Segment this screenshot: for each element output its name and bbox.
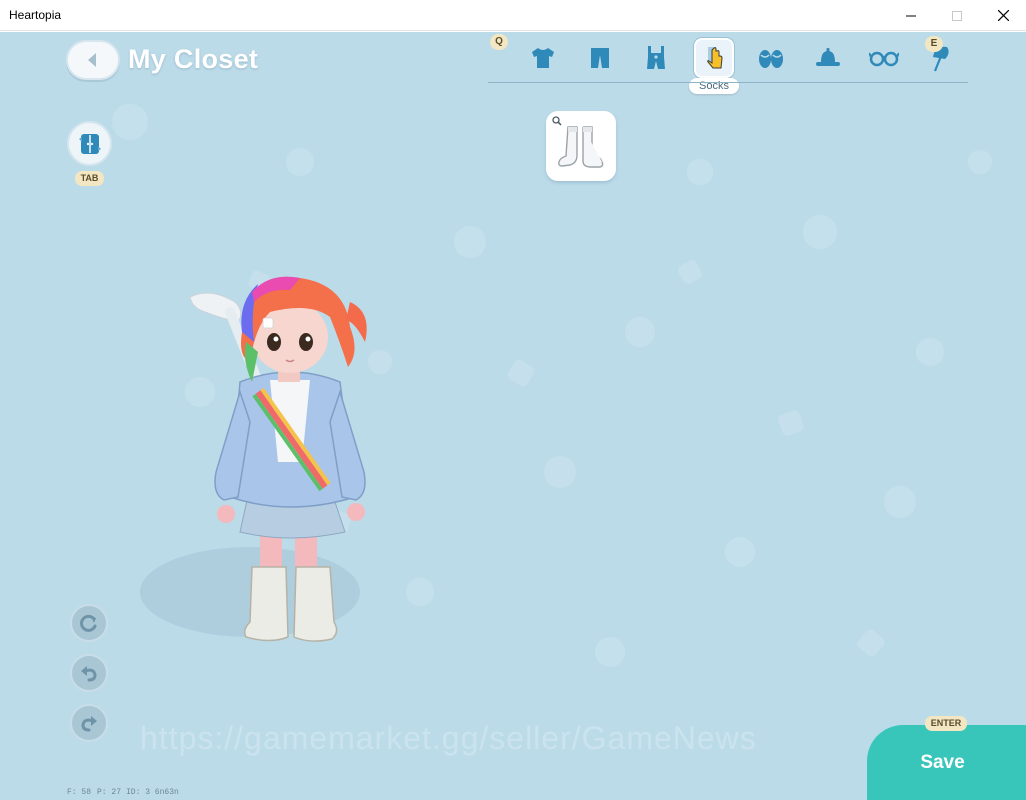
rotate-icon	[80, 614, 97, 632]
debug-fps: F: 58	[67, 788, 92, 797]
tab-tops[interactable]	[523, 38, 563, 78]
maximize-icon	[952, 10, 962, 21]
window-title: Heartopia	[9, 8, 62, 22]
save-button[interactable]: Save	[867, 725, 1026, 800]
sandals-icon	[759, 50, 783, 68]
enter-key-hint: ENTER	[925, 716, 967, 731]
tab-socks[interactable]	[694, 38, 734, 78]
debug-ping: P: 27	[97, 788, 122, 797]
game-viewport: My Closet Q Socks E TAB https://gamemark…	[0, 32, 1026, 800]
wardrobe-button[interactable]	[67, 121, 112, 166]
active-category-label: Socks	[689, 78, 739, 94]
close-button[interactable]	[980, 0, 1026, 31]
hat-icon	[816, 48, 840, 66]
glasses-icon	[869, 51, 899, 67]
wardrobe-icon	[78, 133, 101, 154]
equipped-item-slot[interactable]	[546, 111, 616, 181]
undo-button[interactable]	[70, 654, 108, 692]
tab-key-hint: TAB	[75, 171, 104, 186]
tab-accessories[interactable]	[864, 38, 904, 78]
category-underline	[488, 82, 968, 83]
tab-bottoms[interactable]	[580, 38, 620, 78]
player-character[interactable]	[150, 232, 410, 642]
prev-category-key-hint: Q	[490, 34, 508, 50]
magnifier-icon	[552, 116, 562, 126]
tab-overalls[interactable]	[636, 38, 676, 78]
socks-icon	[707, 47, 723, 69]
chevron-left-icon	[88, 53, 96, 67]
tab-hats[interactable]	[808, 38, 848, 78]
pants-icon	[591, 48, 609, 68]
shirt-icon	[532, 48, 554, 68]
minimize-button[interactable]	[888, 0, 934, 31]
minimize-icon	[906, 15, 916, 16]
rotate-button[interactable]	[70, 604, 108, 642]
back-button[interactable]	[66, 40, 120, 80]
redo-button[interactable]	[70, 704, 108, 742]
debug-id: ID: 3 6n63n	[126, 788, 179, 797]
tab-shoes[interactable]	[751, 38, 791, 78]
overalls-icon	[647, 46, 665, 69]
undo-icon	[81, 666, 97, 682]
maximize-button[interactable]	[934, 0, 980, 31]
watermark: https://gamemarket.gg/seller/GameNews	[140, 720, 757, 756]
close-icon	[997, 10, 1009, 21]
category-tabs: Q Socks E	[488, 34, 968, 94]
save-label: Save	[920, 751, 965, 773]
next-category-key-hint: E	[925, 36, 943, 52]
page-title: My Closet	[128, 44, 259, 74]
redo-icon	[81, 716, 97, 732]
window-titlebar: Heartopia	[0, 0, 1026, 31]
